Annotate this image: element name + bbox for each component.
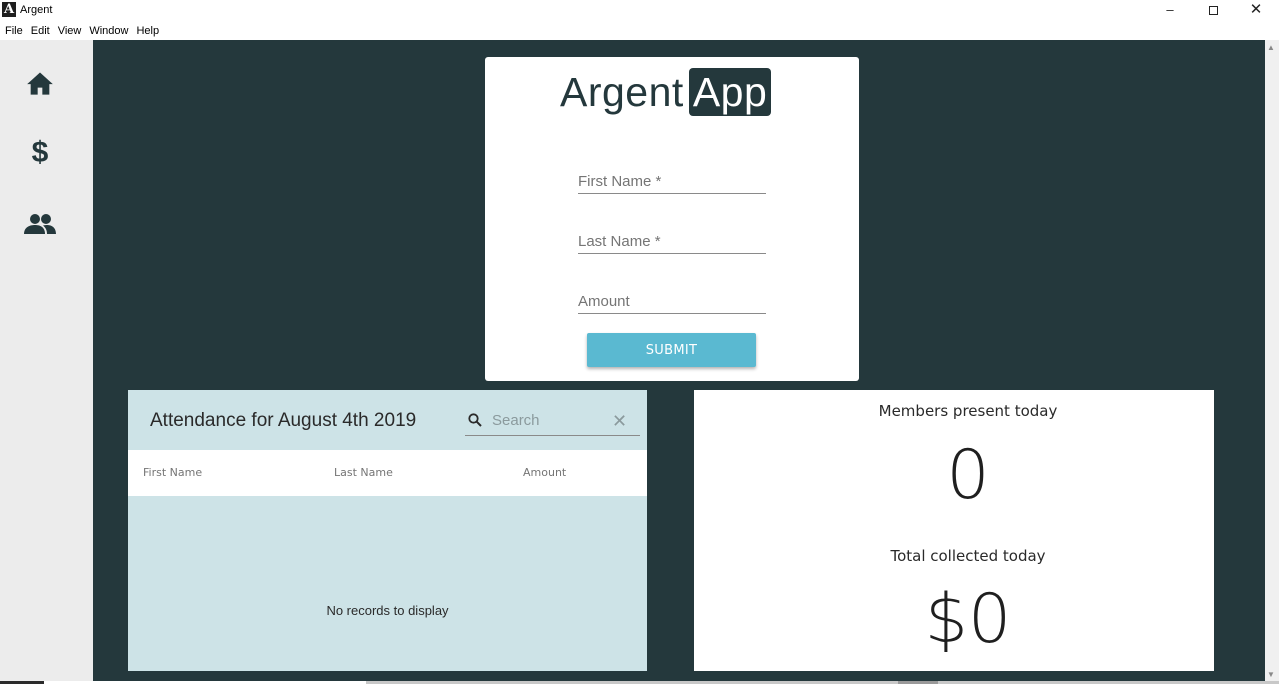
column-header-last-name[interactable]: Last Name [334,466,393,479]
last-name-input[interactable] [578,230,766,254]
total-collected-value: $0 [924,580,1012,659]
checkin-form-card: Argent App First Name * Last Name * Amou… [485,57,859,381]
window-title: Argent [20,4,53,16]
dollar-icon[interactable]: $ [24,136,56,169]
search-input[interactable]: Search [492,412,540,429]
menu-window[interactable]: Window [85,22,132,40]
submit-button[interactable]: SUBMIT [587,333,756,367]
sidebar: $ [0,40,93,684]
scroll-down-arrow-icon[interactable]: ▼ [1267,670,1275,679]
brand-text-app: App [688,68,772,116]
close-button[interactable]: ✕ [1234,0,1278,20]
menu-bar: File Edit View Window Help [0,22,1279,40]
members-present-value: 0 [946,436,990,515]
search-icon [468,413,482,432]
last-name-field[interactable]: Last Name * [578,230,766,254]
search-field[interactable]: Search ✕ [465,406,640,436]
total-collected-label: Total collected today [890,547,1046,565]
amount-input[interactable] [578,290,766,314]
attendance-title: Attendance for August 4th 2019 [150,410,417,431]
first-name-field[interactable]: First Name * [578,170,766,194]
restore-icon [1208,6,1218,15]
amount-field[interactable]: Amount [578,290,766,314]
home-icon[interactable] [24,67,56,99]
members-present-label: Members present today [878,402,1058,420]
brand-text-argent: Argent [560,68,684,115]
column-header-first-name[interactable]: First Name [143,466,202,479]
clear-search-icon[interactable]: ✕ [612,411,627,432]
attendance-table-card: Attendance for August 4th 2019 Search ✕ … [128,390,647,671]
title-bar: A Argent – ✕ [0,0,1279,22]
scroll-up-arrow-icon[interactable]: ▲ [1267,43,1275,52]
menu-edit[interactable]: Edit [27,22,54,40]
daily-stats-card: Members present today 0 Total collected … [694,390,1214,671]
menu-view[interactable]: View [54,22,86,40]
brand-logo: Argent App [560,67,772,117]
people-icon[interactable] [24,208,56,240]
table-header: First Name Last Name Amount [128,450,647,496]
restore-button[interactable] [1191,0,1235,20]
first-name-input[interactable] [578,170,766,194]
vertical-scrollbar[interactable]: ▲ ▼ [1265,40,1279,681]
menu-help[interactable]: Help [132,22,163,40]
menu-file[interactable]: File [0,22,27,40]
column-header-amount[interactable]: Amount [523,466,566,479]
minimize-button[interactable]: – [1148,0,1192,20]
app-logo-icon: A [2,2,16,17]
empty-table-message: No records to display [326,603,449,618]
